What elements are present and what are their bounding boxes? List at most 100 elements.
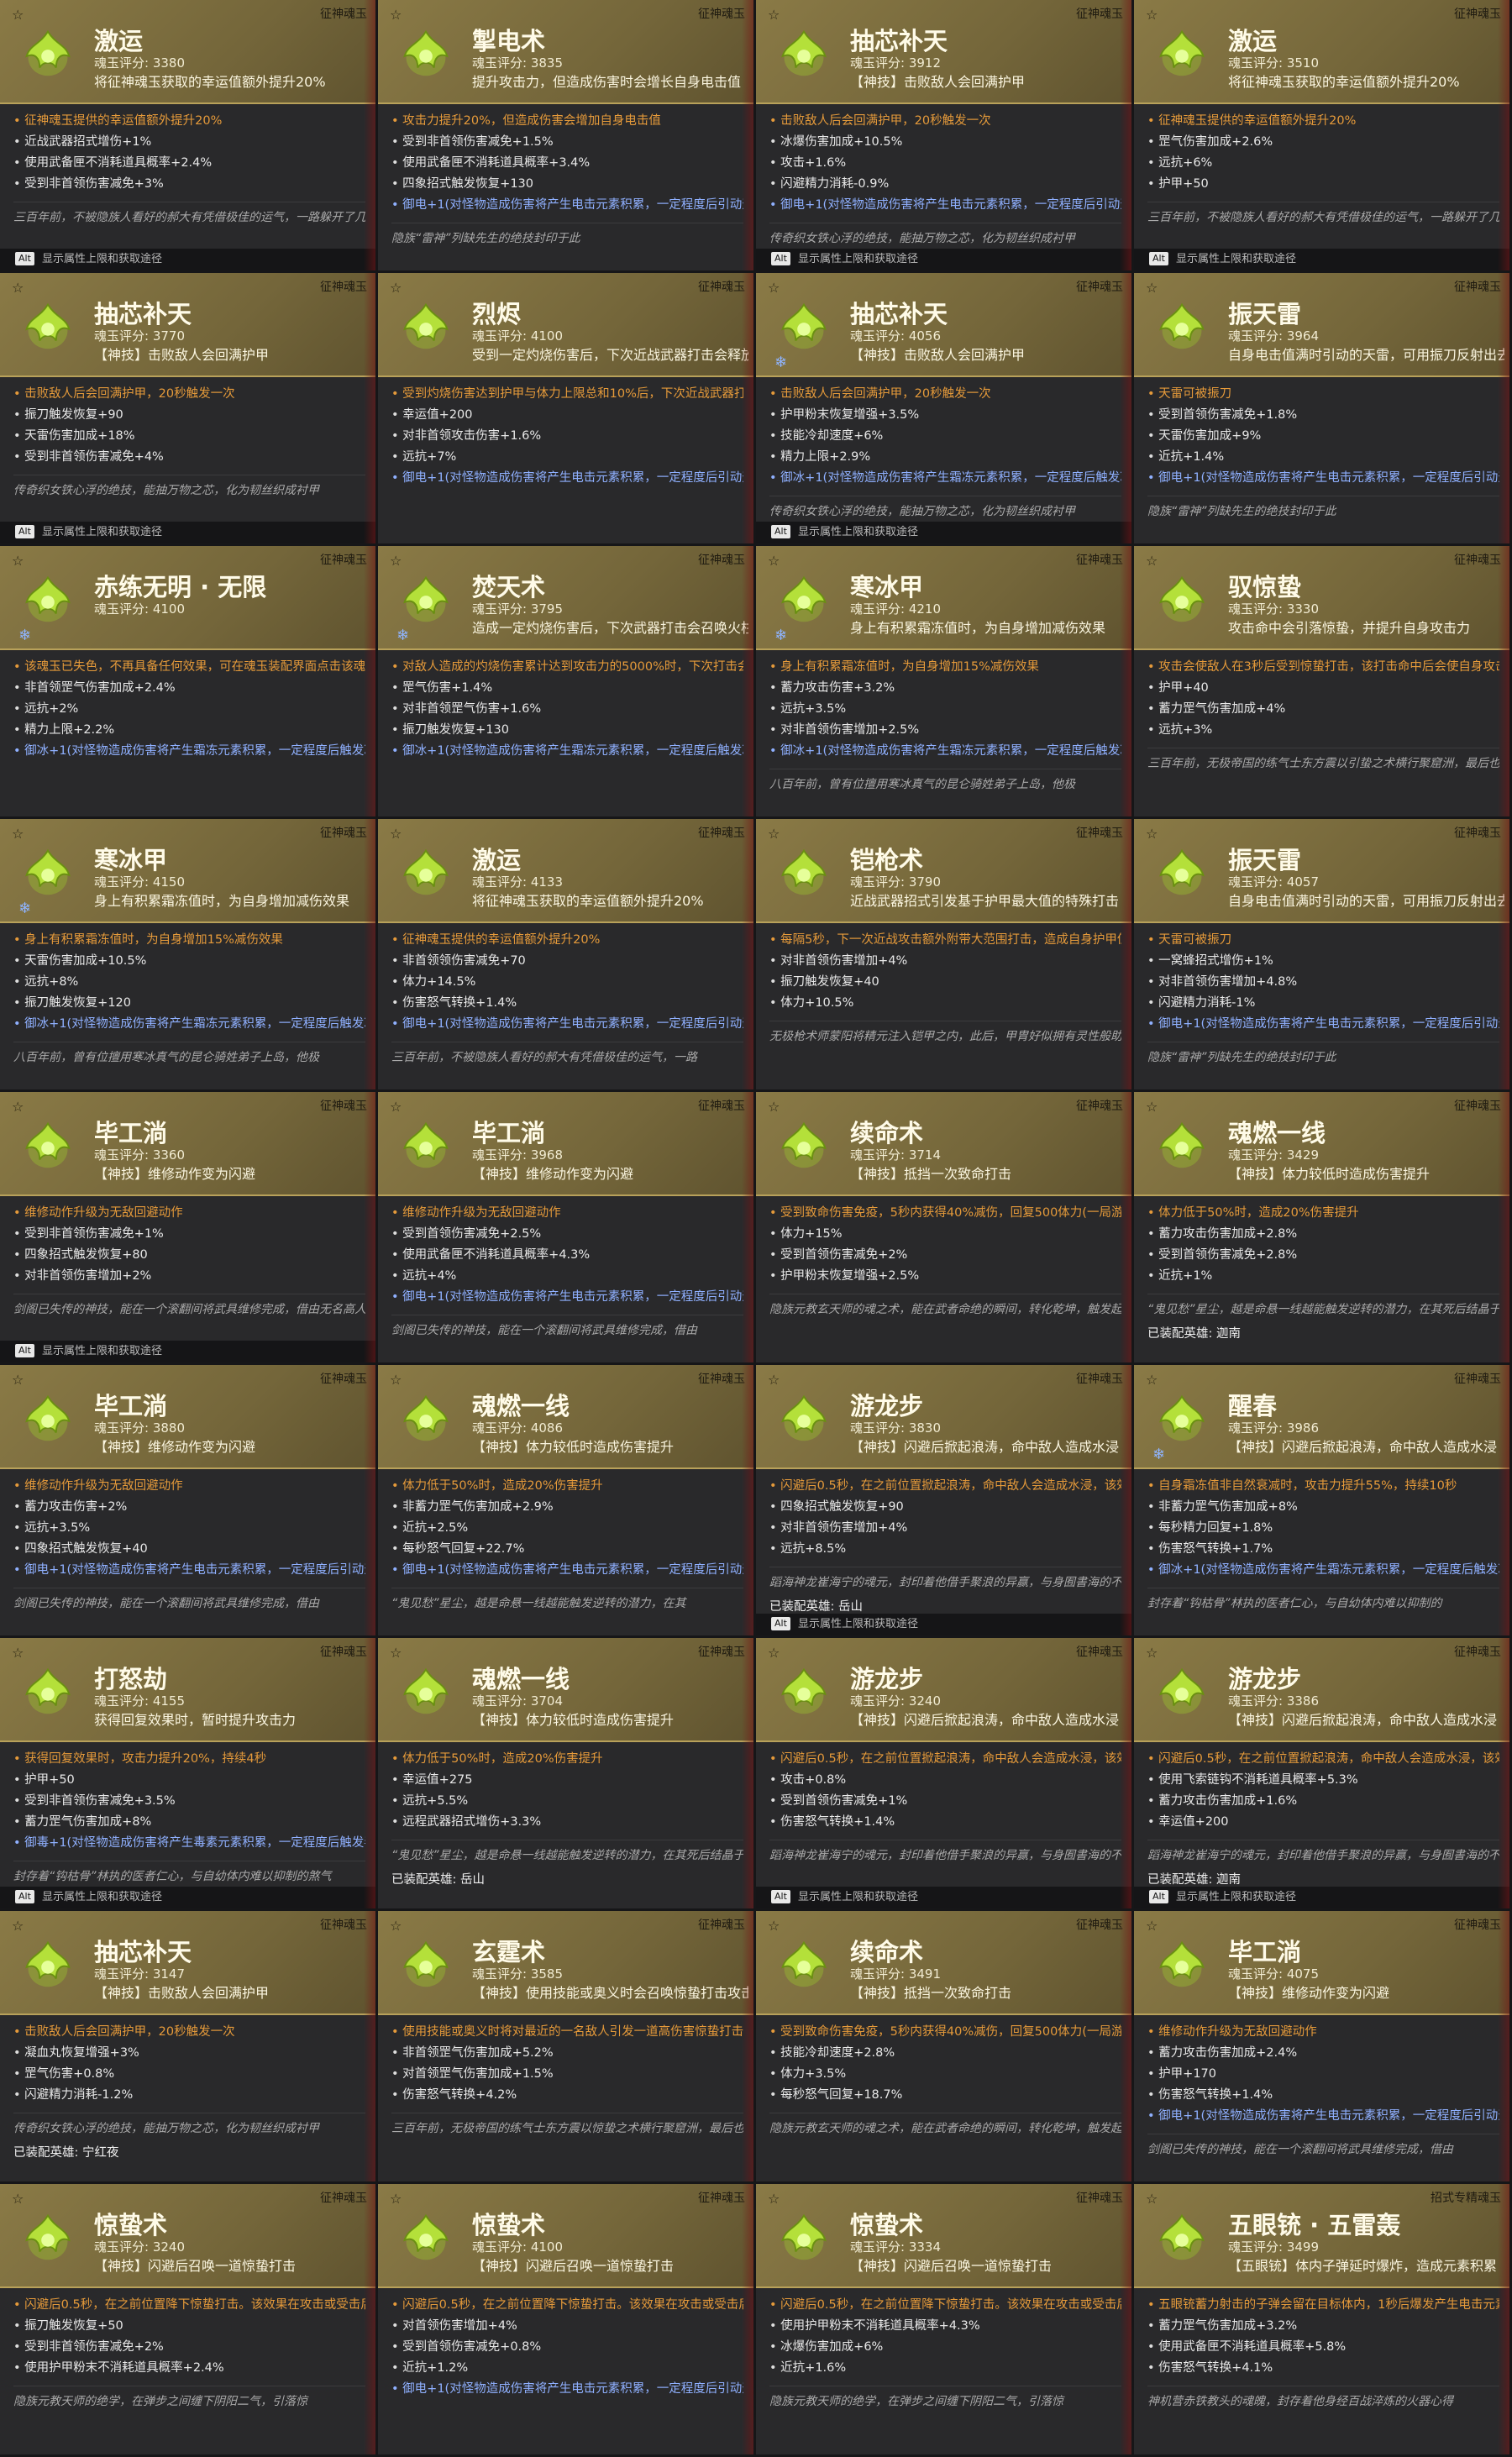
card-body: 维修动作升级为无敌回避动作蓄力攻击伤害加成+2.4%护甲+170伤害怒气转换+1…	[1134, 2015, 1509, 2160]
card-body: 该魂玉已失色，不再具备任何效果，可在魂玉装配界面点击该魂玉，重塑为其他魂玉。魂玉…	[0, 650, 375, 762]
soul-jade-card[interactable]: ☆ 征神魂玉 ❄ 寒冰甲 魂玉评分: 4150 身上有积累霜冻值时，为自身增加减…	[0, 819, 378, 1092]
soul-jade-card[interactable]: ☆ 征神魂玉 ❄ 寒冰甲 魂玉评分: 4210 身上有积累霜冻值时，为自身增加减…	[756, 546, 1134, 819]
soul-jade-card[interactable]: ☆ 征神魂玉 ❄ 焚天术 魂玉评分: 3795 造成一定灼烧伤害后，下次武器打击…	[378, 546, 756, 819]
jade-type-tag: 征神魂玉	[1076, 8, 1123, 21]
card-header: ☆ 征神魂玉 ❄ 激运 魂玉评分: 3510 将征神魂玉获取的幸运值额外提升20…	[1134, 0, 1509, 104]
soul-jade-card[interactable]: ☆ 征神魂玉 ❄ 毕工淌 魂玉评分: 3360 【神技】维修动作变为闪避 维修动…	[0, 1092, 378, 1365]
soul-jade-card[interactable]: ☆ 征神魂玉 ❄ 魂燃一线 魂玉评分: 3429 【神技】体力较低时造成伤害提升…	[1134, 1092, 1512, 1365]
soul-jade-card[interactable]: ☆ 征神魂玉 ❄ 毕工淌 魂玉评分: 4075 【神技】维修动作变为闪避 维修动…	[1134, 1911, 1512, 2184]
soul-jade-card[interactable]: ☆ 征神魂玉 ❄ 抽芯补天 魂玉评分: 3770 【神技】击败敌人会回满护甲 击…	[0, 273, 378, 546]
soul-jade-card[interactable]: ☆ 征神魂玉 ❄ 游龙步 魂玉评分: 3830 【神技】闪避后掀起浪涛，命中敌人…	[756, 1365, 1134, 1638]
alt-hint-bar[interactable]: Alt 显示属性上限和获取途径	[0, 249, 375, 270]
jade-description: 身上有积累霜冻值时，为自身增加减伤效果	[94, 893, 350, 909]
jade-score: 魂玉评分: 4155	[94, 1693, 185, 1709]
alt-hint-bar[interactable]: Alt 显示属性上限和获取途径	[0, 522, 375, 543]
soul-jade-card[interactable]: ☆ 征神魂玉 ❄ 玄霆术 魂玉评分: 3585 【神技】使用技能或奥义时会召唤惊…	[378, 1911, 756, 2184]
soul-jade-icon	[1149, 1385, 1215, 1451]
attribute-list: 攻击力提升20%，但造成伤害会增加自身电击值受到非首领伤害减免+1.5%使用武备…	[391, 111, 743, 216]
soul-jade-card[interactable]: ☆ 征神魂玉 ❄ 游龙步 魂玉评分: 3386 【神技】闪避后掀起浪涛，命中敌人…	[1134, 1638, 1512, 1911]
soul-jade-card[interactable]: ☆ 征神魂玉 ❄ 抽芯补天 魂玉评分: 3912 【神技】击败敌人会回满护甲 击…	[756, 0, 1134, 273]
soul-jade-card[interactable]: ☆ 征神魂玉 ❄ 铠枪术 魂玉评分: 3790 近战武器招式引发基于护甲最大值的…	[756, 819, 1134, 1092]
soul-jade-card[interactable]: ☆ 征神魂玉 ❄ 魂燃一线 魂玉评分: 3704 【神技】体力较低时造成伤害提升…	[378, 1638, 756, 1911]
jade-type-tag: 征神魂玉	[1076, 2192, 1123, 2205]
card-header: ☆ 征神魂玉 ❄ 毕工淌 魂玉评分: 3968 【神技】维修动作变为闪避	[378, 1092, 753, 1196]
soul-jade-card[interactable]: ☆ 招式专精魂玉 ❄ 五眼铳 · 五雷轰 魂玉评分: 3499 【五眼铳】体内子…	[1134, 2184, 1512, 2457]
soul-jade-card[interactable]: ☆ 征神魂玉 ❄ 赤练无明 · 无限 魂玉评分: 4100 该魂玉已失色，不再具…	[0, 546, 378, 819]
alt-hint-label: 显示属性上限和获取途径	[42, 1891, 163, 1903]
attribute-line: 非蓄力罡气伤害加成+2.9%	[391, 1497, 743, 1518]
attribute-line: 受到非首领伤害减免+3%	[13, 174, 365, 195]
attribute-line: 每秒怒气回复+22.7%	[391, 1539, 743, 1560]
soul-jade-card[interactable]: ☆ 征神魂玉 ❄ 惊蛰术 魂玉评分: 3240 【神技】闪避后召唤一道惊蛰打击 …	[0, 2184, 378, 2457]
jade-description: 【神技】闪避后召唤一道惊蛰打击	[472, 2258, 675, 2274]
soul-jade-card[interactable]: ☆ 征神魂玉 ❄ 激运 魂玉评分: 3380 将征神魂玉获取的幸运值额外提升20…	[0, 0, 378, 273]
attribute-line: 闪避后0.5秒，在之前位置掀起浪涛，命中敌人会造成水浸，该效果在攻击或受击后15…	[769, 1749, 1121, 1770]
attribute-list: 闪避后0.5秒，在之前位置掀起浪涛，命中敌人会造成水浸，该效果在攻击或受击后15…	[1147, 1749, 1499, 1833]
jade-score: 魂玉评分: 3795	[472, 601, 563, 617]
alt-hint-bar[interactable]: Alt 显示属性上限和获取途径	[0, 1341, 375, 1362]
soul-jade-card[interactable]: ☆ 征神魂玉 ❄ 激运 魂玉评分: 4133 将征神魂玉获取的幸运值额外提升20…	[378, 819, 756, 1092]
soul-jade-card[interactable]: ☆ 征神魂玉 ❄ 惊蛰术 魂玉评分: 4100 【神技】闪避后召唤一道惊蛰打击 …	[378, 2184, 756, 2457]
jade-description: 【神技】抵挡一次致命打击	[850, 1985, 1012, 2001]
soul-jade-icon	[771, 1112, 837, 1178]
alt-hint-bar[interactable]: Alt 显示属性上限和获取途径	[756, 522, 1131, 543]
lore-text: 隐族“雷神”列缺先生的绝技封印于此	[1147, 496, 1499, 522]
soul-jade-card[interactable]: ☆ 征神魂玉 ❄ 掣电术 魂玉评分: 3835 提升攻击力，但造成伤害时会增长自…	[378, 0, 756, 273]
soul-jade-card[interactable]: ☆ 征神魂玉 ❄ 续命术 魂玉评分: 3714 【神技】抵挡一次致命打击 受到致…	[756, 1092, 1134, 1365]
soul-jade-card[interactable]: ☆ 征神魂玉 ❄ 振天雷 魂玉评分: 4057 自身电击值满时引动的天雷，可用振…	[1134, 819, 1512, 1092]
alt-hint-bar[interactable]: Alt 显示属性上限和获取途径	[756, 1887, 1131, 1908]
attribute-line: 维修动作升级为无敌回避动作	[13, 1476, 365, 1497]
attribute-line: 蓄力攻击伤害加成+2.4%	[1147, 2043, 1499, 2064]
jade-title: 魂燃一线	[1228, 1119, 1326, 1147]
equipped-hero: 已装配英雄: 迦南	[1147, 1327, 1241, 1341]
soul-jade-card[interactable]: ☆ 征神魂玉 ❄ 激运 魂玉评分: 3510 将征神魂玉获取的幸运值额外提升20…	[1134, 0, 1512, 273]
soul-jade-card[interactable]: ☆ 征神魂玉 ❄ 抽芯补天 魂玉评分: 3147 【神技】击败敌人会回满护甲 击…	[0, 1911, 378, 2184]
soul-jade-icon	[15, 839, 81, 905]
soul-jade-card[interactable]: ☆ 征神魂玉 ❄ 驭惊蛰 魂玉评分: 3330 攻击命中会引落惊蛰，并提升自身攻…	[1134, 546, 1512, 819]
card-body: 身上有积累霜冻值时，为自身增加15%减伤效果天雷伤害加成+10.5%远抗+8%振…	[0, 923, 375, 1068]
jade-score: 魂玉评分: 4100	[472, 328, 563, 344]
jade-title: 游龙步	[850, 1392, 924, 1420]
jade-title: 游龙步	[1228, 1665, 1302, 1693]
attribute-line: 冰爆伤害加成+6%	[769, 2337, 1121, 2358]
attribute-line: 每隔5秒，下一次近战攻击额外附带大范围打击，造成自身护甲值上限70%的伤害	[769, 930, 1121, 951]
attribute-line: 使用护甲粉末不消耗道具概率+2.4%	[13, 2358, 365, 2379]
lore-text: 封存着“钩枯骨”林执的医者仁心，与自幼体内难以抑制的	[1147, 1588, 1499, 1614]
soul-jade-card[interactable]: ☆ 征神魂玉 ❄ 游龙步 魂玉评分: 3240 【神技】闪避后掀起浪涛，命中敌人…	[756, 1638, 1134, 1911]
attribute-line: 伤害怒气转换+1.4%	[391, 993, 743, 1014]
card-body: 受到致命伤害免疫，5秒内获得40%减伤，回复500体力(一局游戏仅生效一次)技能…	[756, 2015, 1131, 2139]
soul-jade-card[interactable]: ☆ 征神魂玉 ❄ 振天雷 魂玉评分: 3964 自身电击值满时引动的天雷，可用振…	[1134, 273, 1512, 546]
attribute-line: 体力低于50%时，造成20%伤害提升	[391, 1749, 743, 1770]
soul-jade-card[interactable]: ☆ 征神魂玉 ❄ 毕工淌 魂玉评分: 3880 【神技】维修动作变为闪避 维修动…	[0, 1365, 378, 1638]
card-body: 维修动作升级为无敌回避动作蓄力攻击伤害+2%远抗+3.5%四象招式触发恢复+40…	[0, 1469, 375, 1614]
attribute-line: 使用武备匣不消耗道具概率+2.4%	[13, 153, 365, 174]
attribute-list: 天雷可被振刀受到首领伤害减免+1.8%天雷伤害加成+9%近抗+1.4%御电+1(…	[1147, 384, 1499, 489]
jade-description: 获得回复效果时，暂时提升攻击力	[94, 1712, 297, 1728]
soul-jade-card[interactable]: ☆ 征神魂玉 ❄ 续命术 魂玉评分: 3491 【神技】抵挡一次致命打击 受到致…	[756, 1911, 1134, 2184]
soul-jade-card[interactable]: ☆ 征神魂玉 ❄ 打怒劫 魂玉评分: 4155 获得回复效果时，暂时提升攻击力 …	[0, 1638, 378, 1911]
soul-jade-card[interactable]: ☆ 征神魂玉 ❄ 抽芯补天 魂玉评分: 4056 【神技】击败敌人会回满护甲 击…	[756, 273, 1134, 546]
soul-jade-card[interactable]: ☆ 征神魂玉 ❄ 烈烬 魂玉评分: 4100 受到一定灼烧伤害后，下次近战武器打…	[378, 273, 756, 546]
alt-hint-bar[interactable]: Alt 显示属性上限和获取途径	[0, 1887, 375, 1908]
card-header: ☆ 征神魂玉 ❄ 激运 魂玉评分: 3380 将征神魂玉获取的幸运值额外提升20…	[0, 0, 375, 104]
alt-hint-bar[interactable]: Alt 显示属性上限和获取途径	[1134, 249, 1509, 270]
attribute-line: 御电+1(对怪物造成伤害将产生电击元素积累，一定程度后引动天雷)	[391, 1560, 743, 1581]
soul-jade-icon	[1149, 1112, 1215, 1178]
soul-jade-card[interactable]: ☆ 征神魂玉 ❄ 魂燃一线 魂玉评分: 4086 【神技】体力较低时造成伤害提升…	[378, 1365, 756, 1638]
element-snowflake-icon: ❄	[18, 900, 32, 917]
jade-type-tag: 征神魂玉	[320, 1646, 367, 1659]
soul-jade-card[interactable]: ☆ 征神魂玉 ❄ 醒春 魂玉评分: 3986 【神技】闪避后掀起浪涛，命中敌人造…	[1134, 1365, 1512, 1638]
jade-title: 振天雷	[1228, 300, 1302, 328]
soul-jade-card[interactable]: ☆ 征神魂玉 ❄ 惊蛰术 魂玉评分: 3334 【神技】闪避后召唤一道惊蛰打击 …	[756, 2184, 1134, 2457]
alt-hint-bar[interactable]: Alt 显示属性上限和获取途径	[756, 249, 1131, 270]
attribute-line: 技能冷却速度+6%	[769, 426, 1121, 447]
attribute-line: 御电+1(对怪物造成伤害将产生电击元素积累，一定程度后引动天雷)	[391, 468, 743, 489]
attribute-line: 受到非首领伤害减免+1%	[13, 1224, 365, 1245]
jade-description: 【神技】击败敌人会回满护甲	[850, 74, 1026, 90]
attribute-line: 该魂玉已失色，不再具备任何效果，可在魂玉装配界面点击该魂玉，重塑为其他魂玉。魂玉…	[13, 657, 365, 678]
soul-jade-card[interactable]: ☆ 征神魂玉 ❄ 毕工淌 魂玉评分: 3968 【神技】维修动作变为闪避 维修动…	[378, 1092, 756, 1365]
jade-score: 魂玉评分: 4210	[850, 601, 941, 617]
alt-hint-bar[interactable]: Alt 显示属性上限和获取途径	[756, 1614, 1131, 1635]
alt-hint-bar[interactable]: Alt 显示属性上限和获取途径	[1134, 1887, 1509, 1908]
soul-jade-icon	[15, 20, 81, 86]
